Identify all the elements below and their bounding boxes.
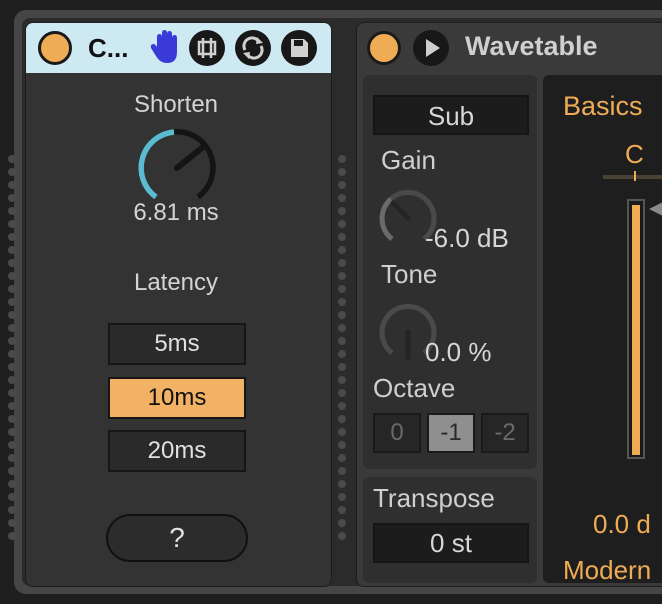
hand-icon[interactable] [150, 28, 184, 66]
tone-label: Tone [381, 259, 438, 289]
device-1-title-bar[interactable]: C... [26, 23, 331, 73]
gain-value: -6.0 dB [425, 223, 509, 253]
sub-oscillator-panel: Sub Gain -6.0 dB Tone 0.0 % Octave 0 -1 … [363, 75, 537, 469]
save-button[interactable] [281, 30, 317, 66]
transpose-field[interactable]: 0 st [373, 523, 529, 563]
device-1: C... Shorten 6.81 ms Latency 5ms 10ms 20… [25, 22, 332, 587]
save-icon [291, 39, 308, 57]
latency-label: Latency [133, 269, 219, 296]
device-2-title: Wavetable [465, 31, 598, 61]
mode-label[interactable]: Modern [563, 555, 651, 586]
basics-tab[interactable]: Basics [563, 91, 643, 122]
device-1-title: C... [88, 33, 129, 63]
slider-pointer-icon [649, 202, 662, 216]
octave-minus-2-button[interactable]: -2 [481, 413, 529, 453]
refresh-icon [242, 36, 264, 60]
tone-value: 0.0 % [425, 337, 492, 367]
transpose-panel: Transpose 0 st [363, 477, 537, 583]
latency-5ms-button[interactable]: 5ms [108, 323, 246, 365]
gain-label: Gain [381, 145, 436, 175]
basics-value: 0.0 d [593, 509, 651, 539]
refresh-button[interactable] [235, 30, 271, 66]
device-2-title-bar[interactable]: Wavetable [357, 23, 662, 73]
device-2: Wavetable Sub Gain -6.0 dB Tone 0.0 % Oc… [356, 22, 662, 587]
device-1-power-button[interactable] [38, 31, 72, 65]
preview-button[interactable] [413, 30, 449, 66]
sub-oscillator-label[interactable]: Sub [373, 95, 529, 135]
level-slider[interactable] [627, 199, 645, 459]
pitch-ruler [603, 175, 662, 179]
device-divider-handle[interactable] [338, 155, 348, 545]
transpose-label: Transpose [373, 483, 495, 513]
note-label: C [625, 139, 644, 169]
shorten-value: 6.81 ms [133, 199, 219, 226]
pitch-marker [634, 171, 636, 181]
device-2-power-button[interactable] [367, 31, 401, 65]
latency-20ms-button[interactable]: 20ms [108, 430, 246, 472]
octave-0-button[interactable]: 0 [373, 413, 421, 453]
shorten-label: Shorten [133, 91, 219, 118]
latency-10ms-button[interactable]: 10ms [108, 377, 246, 419]
help-button[interactable]: ? [106, 514, 248, 562]
resize-handle-left[interactable] [8, 155, 18, 545]
map-button[interactable] [189, 30, 225, 66]
level-slider-fill [632, 205, 640, 455]
play-icon [426, 39, 440, 57]
octave-minus-1-button[interactable]: -1 [427, 413, 475, 453]
map-icon [197, 38, 217, 58]
basics-panel: Basics C 0.0 d Modern [543, 75, 662, 586]
octave-label: Octave [373, 373, 456, 403]
